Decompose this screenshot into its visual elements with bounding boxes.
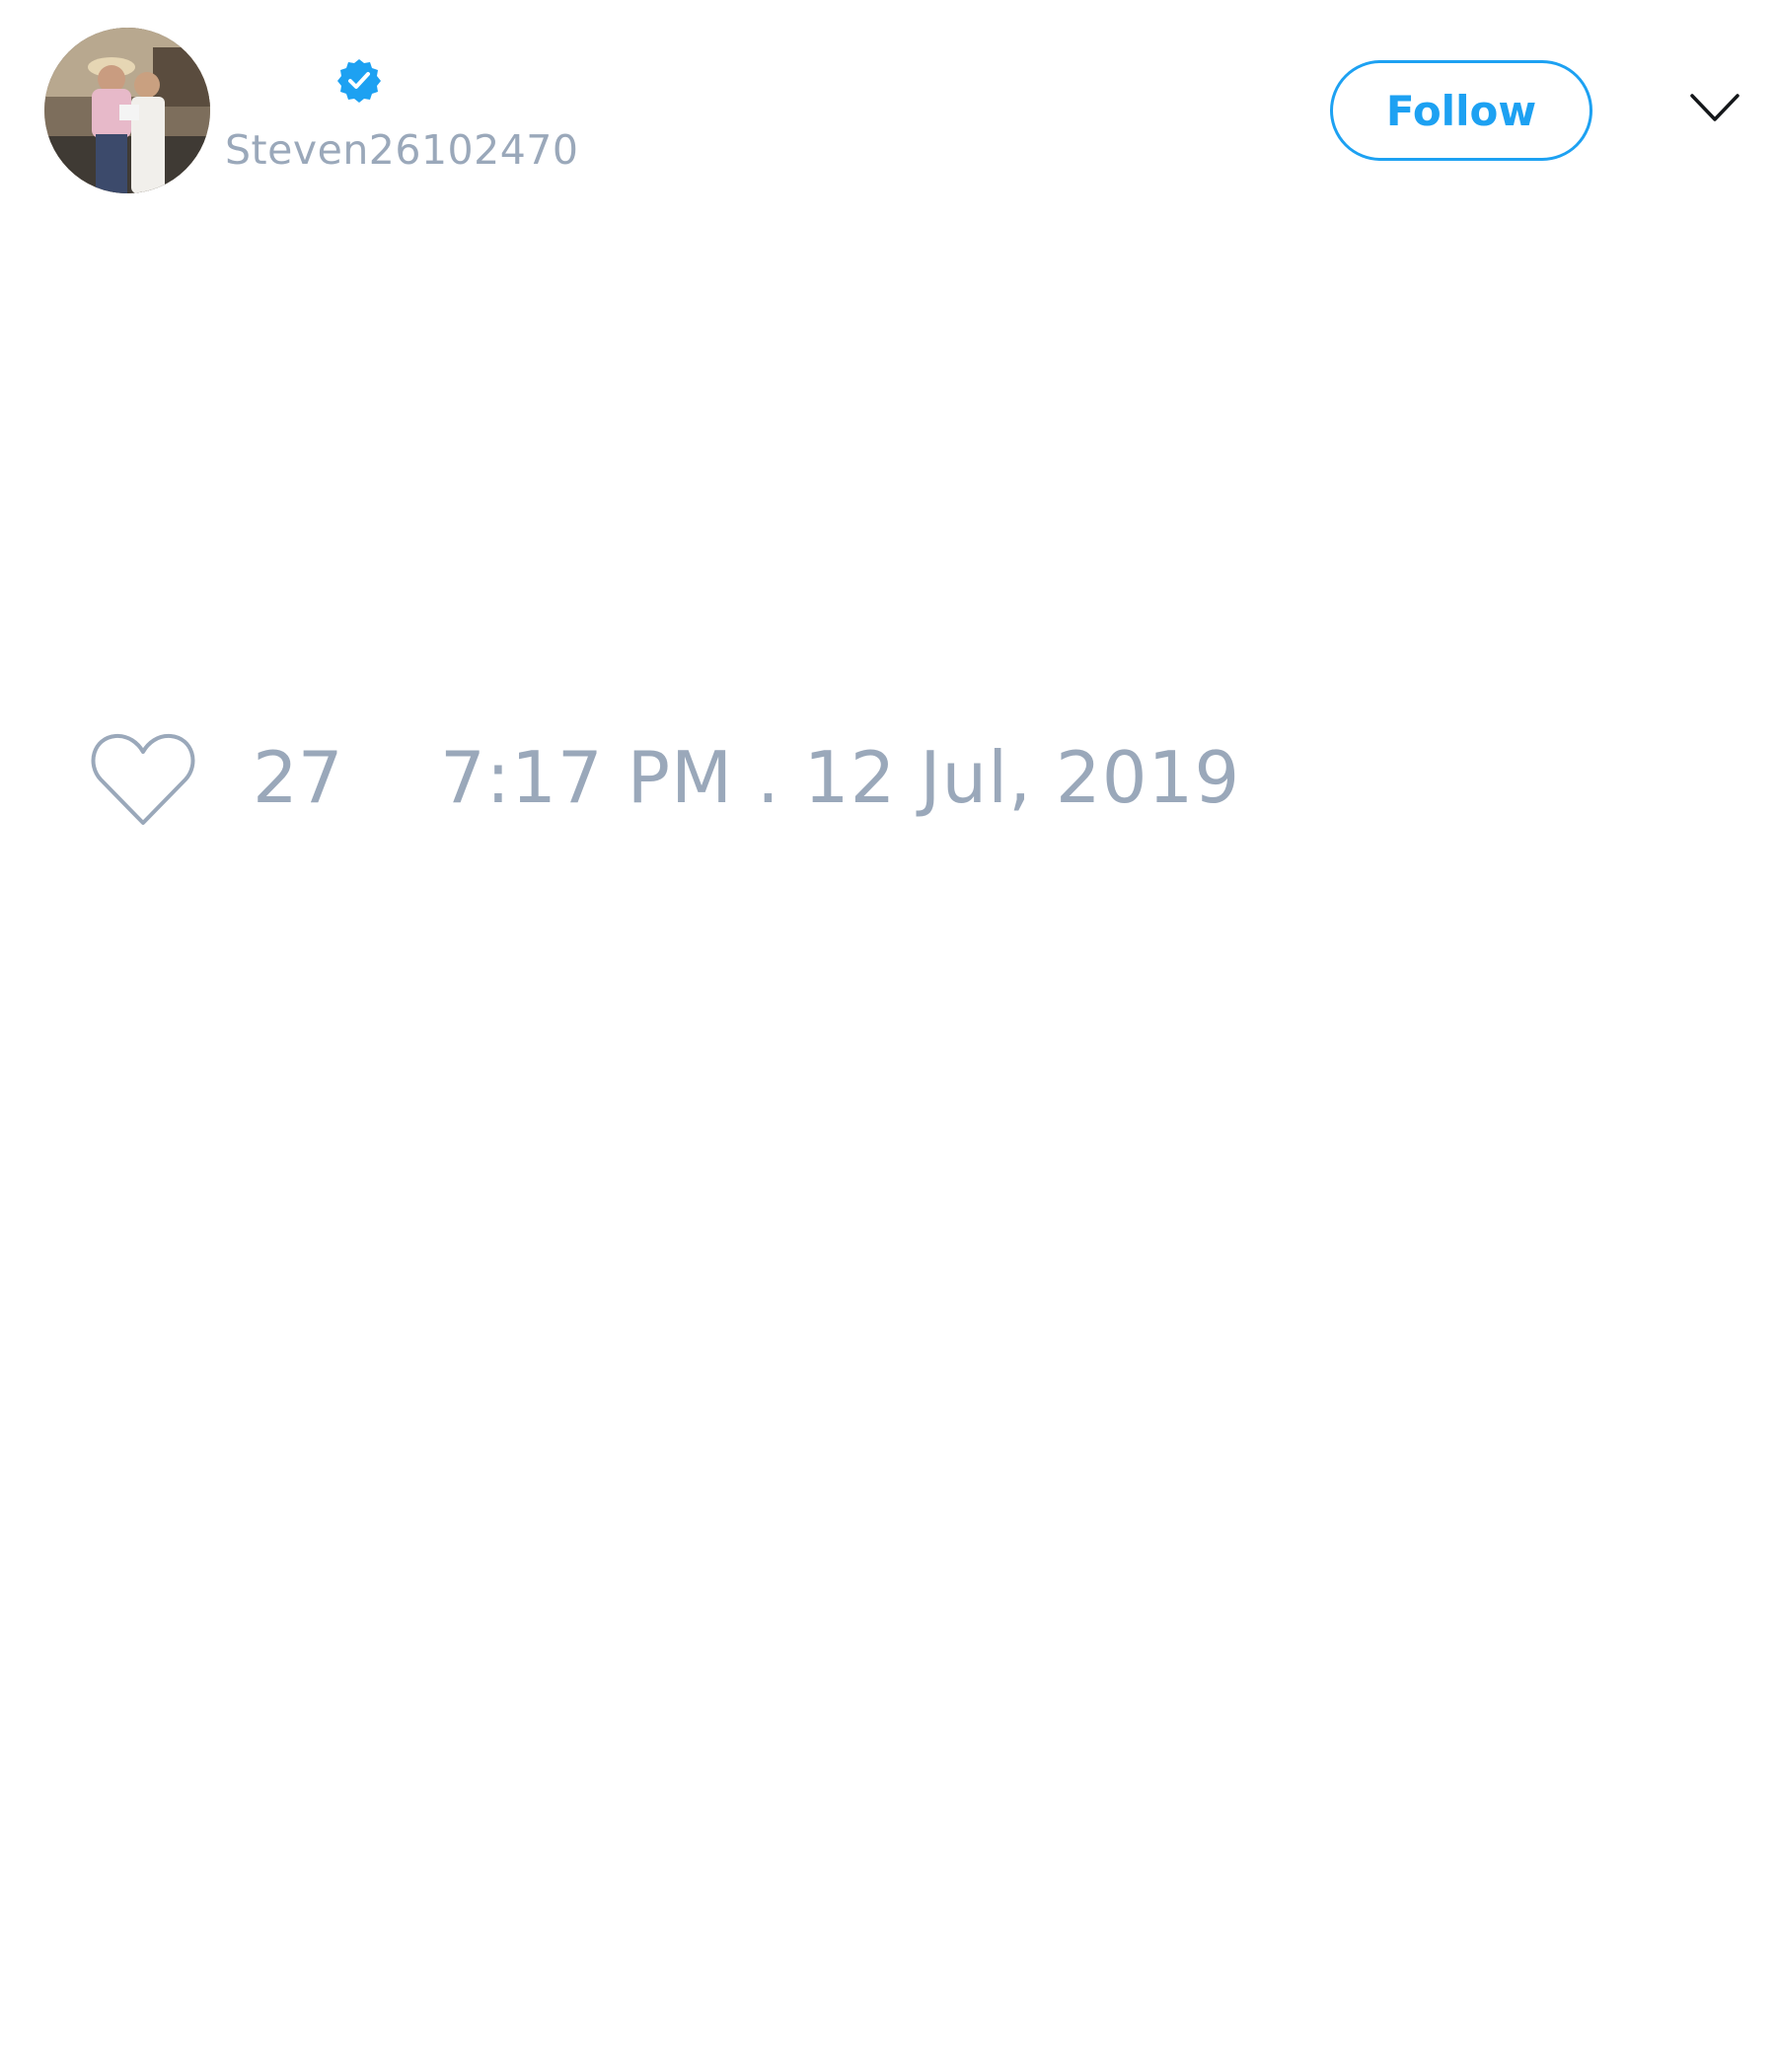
timestamp[interactable]: 7:17 PM . 12 Jul, 2019 (440, 736, 1240, 819)
avatar-photo-icon (44, 28, 210, 193)
like-count: 27 (253, 736, 343, 819)
heart-icon[interactable] (89, 730, 197, 829)
avatar[interactable] (44, 28, 210, 193)
username[interactable]: Steven26102470 (225, 126, 578, 174)
chevron-down-icon[interactable] (1689, 91, 1740, 124)
verified-badge-icon (337, 59, 381, 103)
follow-button[interactable]: Follow (1330, 60, 1592, 161)
tweet-card: Steven26102470 Follow 27 7:17 PM . 12 Ju… (0, 0, 1776, 2072)
